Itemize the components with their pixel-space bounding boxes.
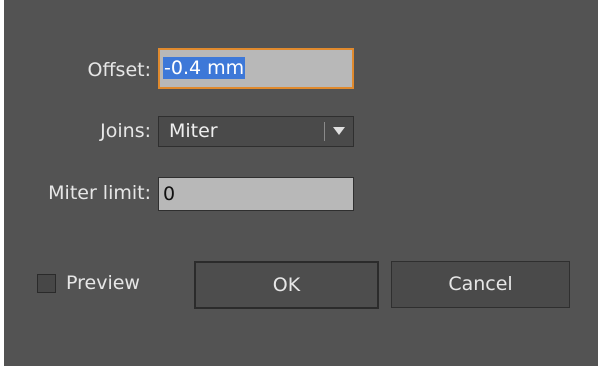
chevron-down-icon[interactable] (333, 127, 345, 135)
offset-path-dialog: Offset: -0.4 mm Joins: Miter Miter limit… (4, 0, 598, 366)
preview-checkbox[interactable] (37, 274, 56, 293)
joins-selected-value: Miter (169, 120, 218, 142)
preview-label[interactable]: Preview (66, 270, 140, 296)
joins-dropdown[interactable]: Miter (158, 116, 354, 147)
ok-button[interactable]: OK (194, 261, 379, 309)
miter-limit-label: Miter limit: (48, 182, 151, 204)
dropdown-separator (324, 122, 325, 141)
offset-value: -0.4 mm (163, 57, 246, 79)
offset-input[interactable]: -0.4 mm (158, 48, 354, 89)
joins-label: Joins: (100, 120, 151, 142)
cancel-button[interactable]: Cancel (391, 261, 570, 308)
miter-limit-input[interactable]: 0 (158, 177, 354, 211)
offset-label: Offset: (87, 59, 152, 81)
